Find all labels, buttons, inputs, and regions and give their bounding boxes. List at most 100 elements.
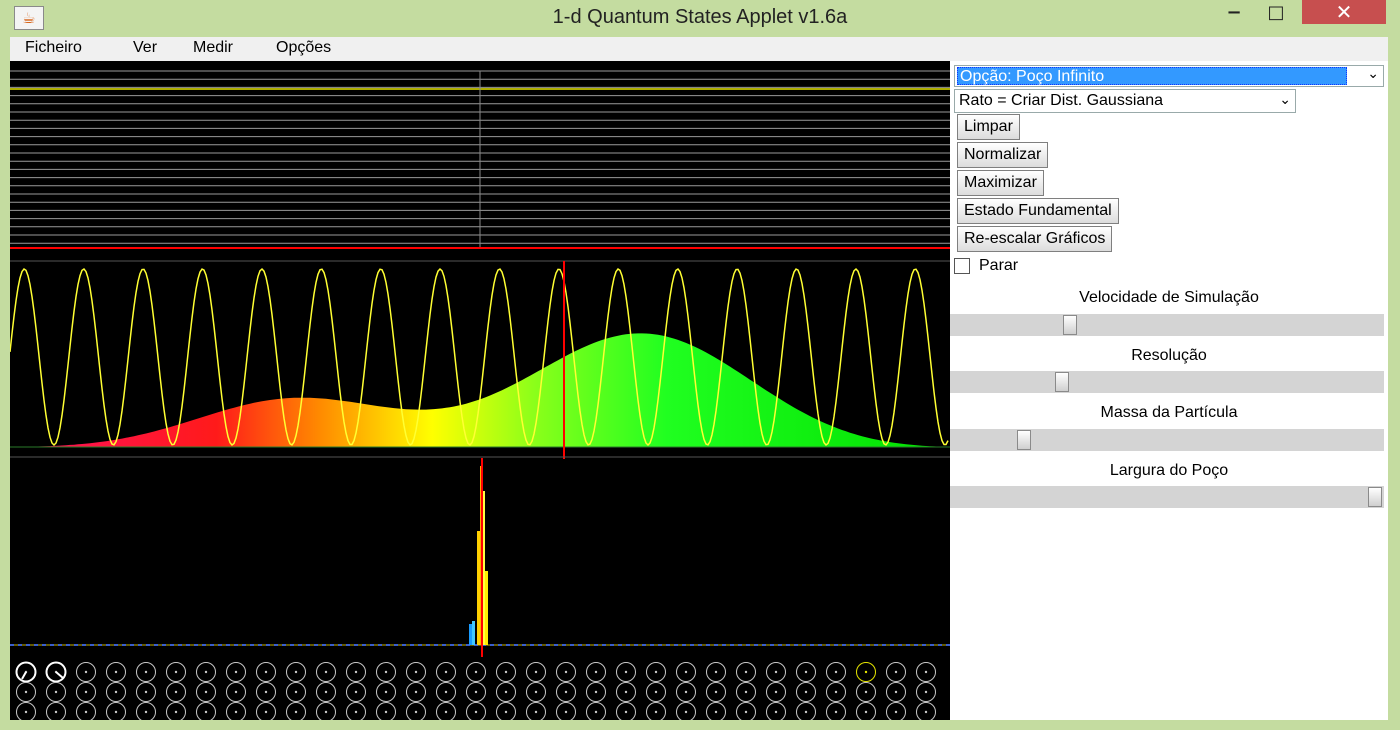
phasor-center-dot (714, 710, 718, 714)
menu-medir[interactable]: Medir (193, 39, 233, 57)
phasor-center-dot (144, 670, 148, 674)
phasor-center-dot (414, 690, 418, 694)
phasor-center-dot (144, 710, 148, 714)
phasor-center-dot (204, 670, 208, 674)
phasor-center-dot (624, 670, 628, 674)
window-title: 1-d Quantum States Applet v1.6a (552, 6, 848, 28)
close-button[interactable]: ✕ (1302, 0, 1386, 24)
phasor-center-dot (354, 670, 358, 674)
phasor-center-dot (924, 670, 928, 674)
menu-ver[interactable]: Ver (133, 39, 157, 57)
speed-slider-label: Velocidade de Simulação (1079, 289, 1259, 306)
normalize-button[interactable]: Normalizar (957, 142, 1049, 168)
menu-opcoes[interactable]: Opções (276, 39, 331, 57)
option-select-value: Opção: Poço Infinito (957, 67, 1347, 85)
phasor-center-dot (774, 670, 778, 674)
mass-slider[interactable] (950, 429, 1384, 451)
phasor-center-dot (504, 710, 508, 714)
slider-thumb[interactable] (1063, 315, 1077, 335)
mouse-mode-select[interactable]: Rato = Criar Dist. Gaussiana ⌄ (954, 89, 1296, 113)
phasor-center-dot (234, 690, 238, 694)
momentum-panel (10, 458, 950, 657)
stop-checkbox[interactable] (954, 258, 970, 274)
phasor-center-dot (324, 670, 328, 674)
phasor-center-dot (114, 710, 118, 714)
phasor-center-dot (534, 670, 538, 674)
chevron-down-icon[interactable]: ⌄ (1279, 92, 1291, 108)
probability-density-area (10, 333, 948, 447)
phasor-center-dot (234, 670, 238, 674)
phasor-center-dot (804, 690, 808, 694)
phasor-center-dot (804, 670, 808, 674)
phasor-center-dot (324, 690, 328, 694)
phasor-center-dot (144, 690, 148, 694)
phasor-center-dot (504, 670, 508, 674)
client-area: Opção: Poço Infinito ⌄ Rato = Criar Dist… (10, 61, 1388, 720)
phasor-center-dot (84, 710, 88, 714)
rescale-graphs-button[interactable]: Re-escalar Gráficos (957, 226, 1113, 252)
phasor-center-dot (774, 690, 778, 694)
phasor-center-dot (234, 710, 238, 714)
phasor-center-dot (294, 690, 298, 694)
phasor-center-dot (684, 690, 688, 694)
well-width-slider[interactable] (950, 486, 1384, 508)
title-bar: ☕ 1-d Quantum States Applet v1.6a − □ ✕ (0, 0, 1400, 36)
phasor-center-dot (714, 690, 718, 694)
phasor-center-dot (684, 710, 688, 714)
phasor-center-dot (474, 670, 478, 674)
control-panel: Opção: Poço Infinito ⌄ Rato = Criar Dist… (950, 61, 1388, 720)
phasor-center-dot (684, 670, 688, 674)
maximize-button[interactable]: □ (1256, 2, 1296, 28)
chevron-down-icon[interactable]: ⌄ (1367, 66, 1379, 82)
phasor-center-dot (414, 710, 418, 714)
phasor-center-dot (264, 690, 268, 694)
maximize-wave-button[interactable]: Maximizar (957, 170, 1044, 196)
slider-thumb[interactable] (1368, 487, 1382, 507)
phasor-grid[interactable] (15, 661, 936, 721)
speed-slider[interactable] (950, 314, 1384, 336)
option-select[interactable]: Opção: Poço Infinito ⌄ (954, 65, 1384, 87)
phasor-center-dot (24, 690, 28, 694)
phasor-center-dot (534, 710, 538, 714)
phasor-center-dot (654, 690, 658, 694)
phasor-center-dot (264, 670, 268, 674)
phasor-center-dot (594, 670, 598, 674)
phasor-center-dot (294, 710, 298, 714)
phasor-center-dot (204, 690, 208, 694)
phasor-center-dot (804, 710, 808, 714)
phasor-center-dot (354, 690, 358, 694)
phasor-center-dot (54, 710, 58, 714)
menu-bar: Ficheiro Ver Medir Opções (10, 37, 1388, 61)
phasor-center-dot (504, 690, 508, 694)
mouse-mode-value: Rato = Criar Dist. Gaussiana (959, 92, 1164, 109)
minimize-button[interactable]: − (1214, 2, 1254, 28)
momentum-bar-cyan (472, 621, 475, 645)
phasor-center-dot (174, 670, 178, 674)
phasor-center-dot (24, 710, 28, 714)
slider-thumb[interactable] (1017, 430, 1031, 450)
clear-button[interactable]: Limpar (957, 114, 1020, 140)
phasor-center-dot (834, 710, 838, 714)
well-width-slider-label: Largura do Poço (1109, 462, 1229, 479)
phasor-center-dot (174, 690, 178, 694)
phasor-center-dot (474, 710, 478, 714)
phasor-center-dot (654, 710, 658, 714)
resolution-slider-label: Resolução (1131, 347, 1207, 364)
phasor-center-dot (864, 670, 868, 674)
phasor-center-dot (894, 690, 898, 694)
phasor-center-dot (174, 710, 178, 714)
ground-state-button[interactable]: Estado Fundamental (957, 198, 1119, 224)
phasor-hand (55, 671, 64, 679)
phasor-center-dot (894, 710, 898, 714)
menu-ficheiro[interactable]: Ficheiro (25, 39, 82, 57)
phasor-center-dot (924, 710, 928, 714)
momentum-bar-yellow-3 (485, 571, 488, 645)
phasor-center-dot (924, 690, 928, 694)
position-wavefunction-panel (10, 260, 950, 459)
simulation-canvas[interactable] (10, 61, 950, 720)
phasor-center-dot (444, 710, 448, 714)
phasor-center-dot (564, 710, 568, 714)
slider-thumb[interactable] (1055, 372, 1069, 392)
phasor-center-dot (834, 670, 838, 674)
resolution-slider[interactable] (950, 371, 1384, 393)
